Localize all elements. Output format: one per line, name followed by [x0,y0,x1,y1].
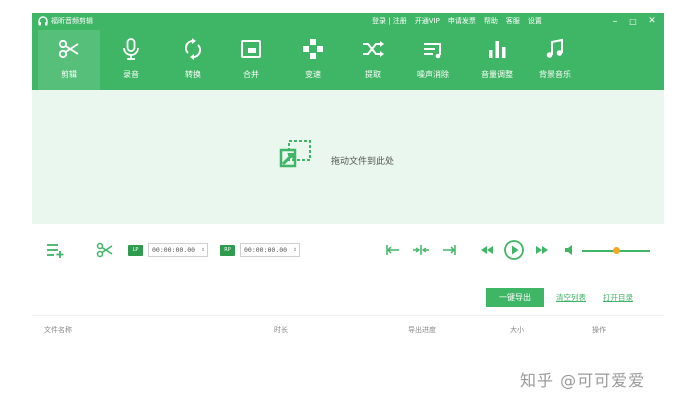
tool-bgm[interactable]: 背景音乐 [524,30,586,90]
noise-lines-icon [424,43,441,59]
tool-merge-label: 合并 [243,70,259,79]
tool-record[interactable]: 录音 [100,30,162,90]
fast-forward-icon[interactable] [533,242,551,258]
tool-bgm-label: 背景音乐 [539,70,571,79]
volume-bars-icon [489,41,506,58]
tool-speed[interactable]: 变速 [282,30,344,90]
end-time-value: 00:00:00.00 [244,246,288,254]
tool-cut-label: 剪辑 [61,70,77,79]
merge-window-icon [241,40,261,58]
jump-end-icon[interactable] [440,242,458,258]
start-time-spinner-icon[interactable]: ⇕ [201,244,205,256]
rewind-icon[interactable] [478,242,496,258]
drop-hint-text: 拖动文件到此处 [331,157,395,167]
convert-arrows-icon [184,38,202,60]
microphone-icon [123,38,139,60]
main-toolbar: 剪辑 录音 转换 合并 变速 提取 噪声消除 音量调整 背景音乐 [32,30,664,90]
jump-start-icon[interactable] [384,242,402,258]
music-note-icon [546,38,563,58]
help-link[interactable]: 帮助 [484,17,498,26]
minimize-button[interactable]: – [608,14,622,28]
column-header-actions: 操作 [592,326,606,334]
speed-dots-icon [303,39,323,59]
invoice-link[interactable]: 申请发票 [448,17,476,26]
tool-record-label: 录音 [123,70,139,79]
start-time-value: 00:00:00.00 [152,246,196,254]
headphones-logo-icon [38,16,48,26]
maximize-button[interactable]: □ [626,14,640,28]
shuffle-icon [363,41,384,57]
column-header-size: 大小 [510,326,524,334]
tool-volume-label: 音量调整 [481,70,513,79]
vip-link[interactable]: 开通VIP [415,17,440,26]
tool-convert-label: 转换 [185,70,201,79]
drag-file-icon [279,140,311,168]
tool-denoise-label: 噪声消除 [417,70,449,79]
file-drop-zone[interactable]: 拖动文件到此处 [32,90,664,224]
service-link[interactable]: 客服 [506,17,520,26]
settings-link[interactable]: 设置 [528,17,542,26]
close-button[interactable]: ✕ [645,14,659,28]
end-time-spinner-icon[interactable]: ⇕ [293,244,297,256]
tool-cut[interactable]: 剪辑 [38,30,100,90]
play-icon[interactable] [503,239,525,261]
title-bar: 福昕音频剪辑 登录 | 注册 开通VIP 申请发票 帮助 客服 设置 – □ ✕ [32,13,664,30]
watermark-text: 知乎 @可可爱爱 [520,371,646,390]
clear-list-link[interactable]: 清空列表 [556,292,586,303]
tool-volume[interactable]: 音量调整 [466,30,528,90]
column-header-duration: 时长 [274,326,288,334]
end-time-input[interactable]: 00:00:00.00 ⇕ [240,243,300,257]
tool-convert[interactable]: 转换 [162,30,224,90]
rp-badge[interactable]: RP [220,245,235,256]
app-title: 福昕音频剪辑 [51,17,93,25]
tool-denoise[interactable]: 噪声消除 [402,30,464,90]
volume-slider-thumb[interactable] [612,247,620,254]
scissors-icon [58,39,79,59]
tool-speed-label: 变速 [305,70,321,79]
one-click-export-button[interactable]: 一键导出 [486,288,544,307]
tool-extract[interactable]: 提取 [342,30,404,90]
top-links: 登录 | 注册 开通VIP 申请发票 帮助 客服 设置 [372,17,550,26]
file-table-header: 文件名称 时长 导出进度 大小 操作 [32,315,664,343]
add-file-icon[interactable] [46,242,64,258]
speaker-icon[interactable] [562,242,580,258]
playback-controls: LP 00:00:00.00 ⇕ RP 00:00:00.00 ⇕ [32,232,664,268]
app-header: 福昕音频剪辑 登录 | 注册 开通VIP 申请发票 帮助 客服 设置 – □ ✕… [32,13,664,90]
tool-extract-label: 提取 [365,70,381,79]
open-directory-link[interactable]: 打开目录 [603,292,633,303]
cut-scissors-icon[interactable] [96,242,114,258]
start-time-input[interactable]: 00:00:00.00 ⇕ [148,243,208,257]
login-register-link[interactable]: 登录 | 注册 [372,17,407,26]
tool-merge[interactable]: 合并 [220,30,282,90]
column-header-filename: 文件名称 [44,326,72,334]
column-header-progress: 导出进度 [408,326,436,334]
lp-badge[interactable]: LP [128,245,143,256]
center-split-icon[interactable] [412,242,430,258]
